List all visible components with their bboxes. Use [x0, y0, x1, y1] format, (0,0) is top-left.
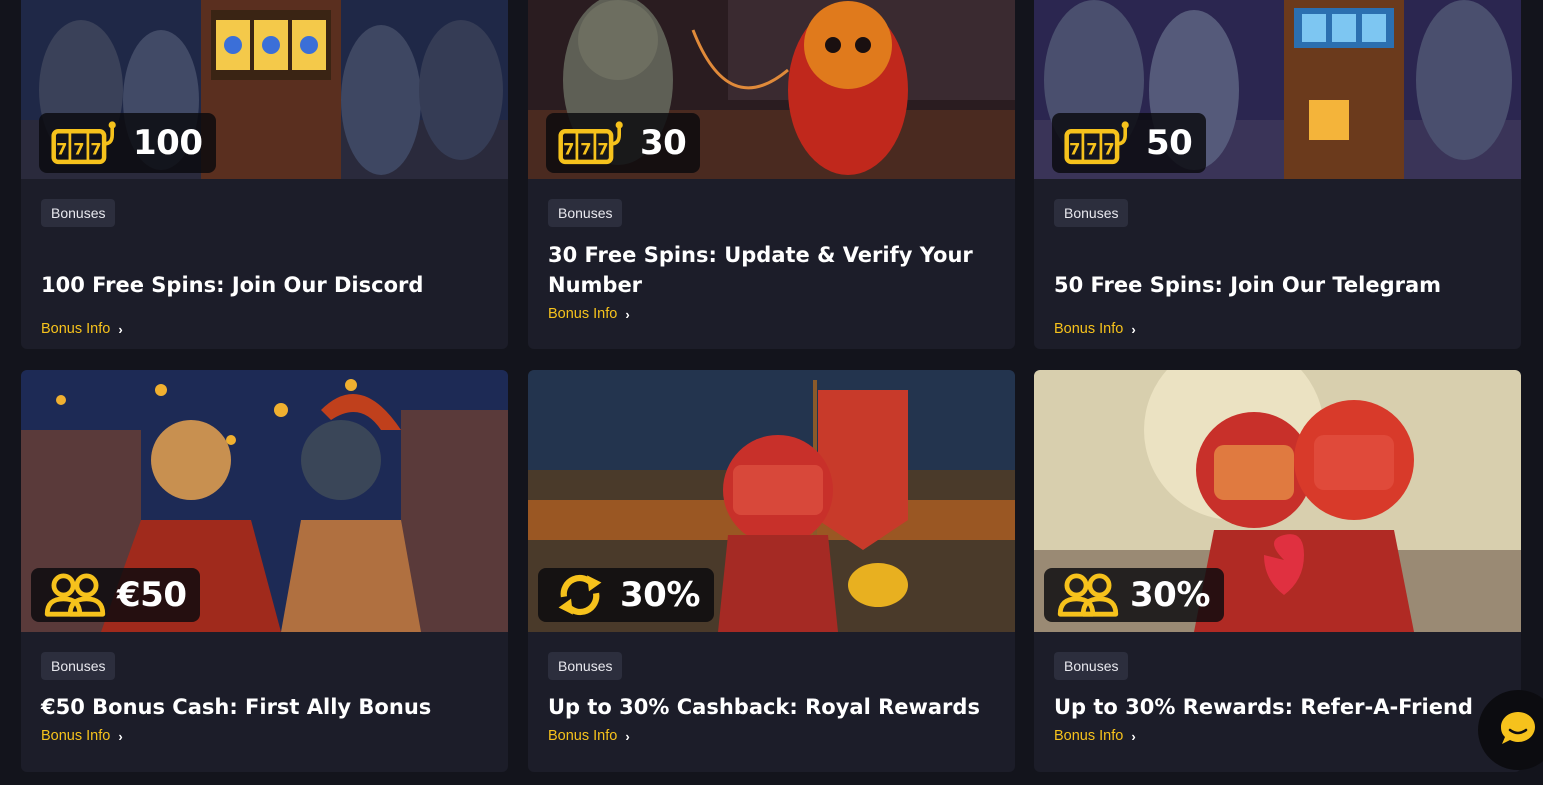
bonus-card-verify-number[interactable]: 30 Bonuses 30 Free Spins: Update & Verif…	[528, 0, 1015, 349]
bonus-title[interactable]: 100 Free Spins: Join Our Discord	[41, 255, 488, 315]
bonus-banner-image[interactable]: 100	[21, 0, 508, 179]
bonus-banner-image[interactable]: 30%	[528, 370, 1015, 632]
bonus-info-label: Bonus Info	[41, 728, 111, 744]
chat-bubble-icon	[1498, 708, 1538, 753]
bonus-banner-image[interactable]: 30	[528, 0, 1015, 179]
slot-777-icon	[558, 120, 630, 166]
bonus-info-label: Bonus Info	[1054, 321, 1124, 337]
category-tag[interactable]: Bonuses	[1054, 199, 1129, 227]
bonus-value: 30	[640, 123, 687, 163]
bonus-title[interactable]: Up to 30% Cashback: Royal Rewards	[548, 692, 995, 722]
bonus-info-link[interactable]: Bonus Info ›	[1054, 321, 1136, 337]
chevron-right-icon: ›	[625, 728, 630, 744]
category-tag[interactable]: Bonuses	[41, 199, 116, 227]
bonus-card-discord[interactable]: 100 Bonuses 100 Free Spins: Join Our Dis…	[21, 0, 508, 349]
bonus-banner-image[interactable]: 50	[1034, 0, 1521, 179]
bonus-info-link[interactable]: Bonus Info ›	[548, 728, 630, 744]
bonus-badge: 100	[39, 113, 217, 173]
bonus-info-link[interactable]: Bonus Info ›	[41, 321, 123, 337]
bonus-title[interactable]: €50 Bonus Cash: First Ally Bonus	[41, 692, 488, 722]
bonus-badge: 30	[546, 113, 701, 173]
chevron-right-icon: ›	[625, 306, 630, 322]
bonus-info-label: Bonus Info	[1054, 728, 1124, 744]
bonus-badge: 30%	[1044, 568, 1224, 622]
slot-777-icon	[51, 120, 123, 166]
chevron-right-icon: ›	[1131, 728, 1136, 744]
bonus-banner-image[interactable]: €50	[21, 370, 508, 632]
bonus-value: 30%	[620, 575, 700, 615]
bonus-badge: 30%	[538, 568, 714, 622]
bonus-value: 100	[133, 123, 203, 163]
chevron-right-icon: ›	[118, 321, 123, 337]
bonus-badge: €50	[31, 568, 201, 622]
bonus-info-link[interactable]: Bonus Info ›	[41, 728, 123, 744]
bonus-card-telegram[interactable]: 50 Bonuses 50 Free Spins: Join Our Teleg…	[1034, 0, 1521, 349]
bonus-card-first-ally[interactable]: €50 Bonuses €50 Bonus Cash: First Ally B…	[21, 370, 508, 772]
bonus-card-cashback[interactable]: 30% Bonuses Up to 30% Cashback: Royal Re…	[528, 370, 1015, 772]
bonus-info-label: Bonus Info	[548, 728, 618, 744]
bonus-info-link[interactable]: Bonus Info ›	[548, 306, 630, 322]
bonus-title[interactable]: 50 Free Spins: Join Our Telegram	[1054, 255, 1501, 315]
category-tag[interactable]: Bonuses	[41, 652, 116, 680]
bonus-info-label: Bonus Info	[41, 321, 111, 337]
category-tag[interactable]: Bonuses	[1054, 652, 1129, 680]
category-tag[interactable]: Bonuses	[548, 199, 623, 227]
refresh-icon	[550, 570, 610, 620]
chevron-right-icon: ›	[1131, 321, 1136, 337]
users-icon	[43, 572, 107, 618]
bonus-info-label: Bonus Info	[548, 306, 618, 322]
slot-777-icon	[1064, 120, 1136, 166]
category-tag[interactable]: Bonuses	[548, 652, 623, 680]
bonus-badge: 50	[1052, 113, 1207, 173]
bonus-value: €50	[117, 575, 187, 615]
bonus-title[interactable]: Up to 30% Rewards: Refer-A-Friend	[1054, 692, 1501, 722]
bonus-value: 50	[1146, 123, 1193, 163]
bonus-title[interactable]: 30 Free Spins: Update & Verify Your Numb…	[548, 240, 995, 300]
users-icon	[1056, 572, 1120, 618]
bonus-value: 30%	[1130, 575, 1210, 615]
bonus-card-refer-friend[interactable]: 30% Bonuses Up to 30% Rewards: Refer-A-F…	[1034, 370, 1521, 772]
bonus-info-link[interactable]: Bonus Info ›	[1054, 728, 1136, 744]
chevron-right-icon: ›	[118, 728, 123, 744]
bonus-banner-image[interactable]: 30%	[1034, 370, 1521, 632]
